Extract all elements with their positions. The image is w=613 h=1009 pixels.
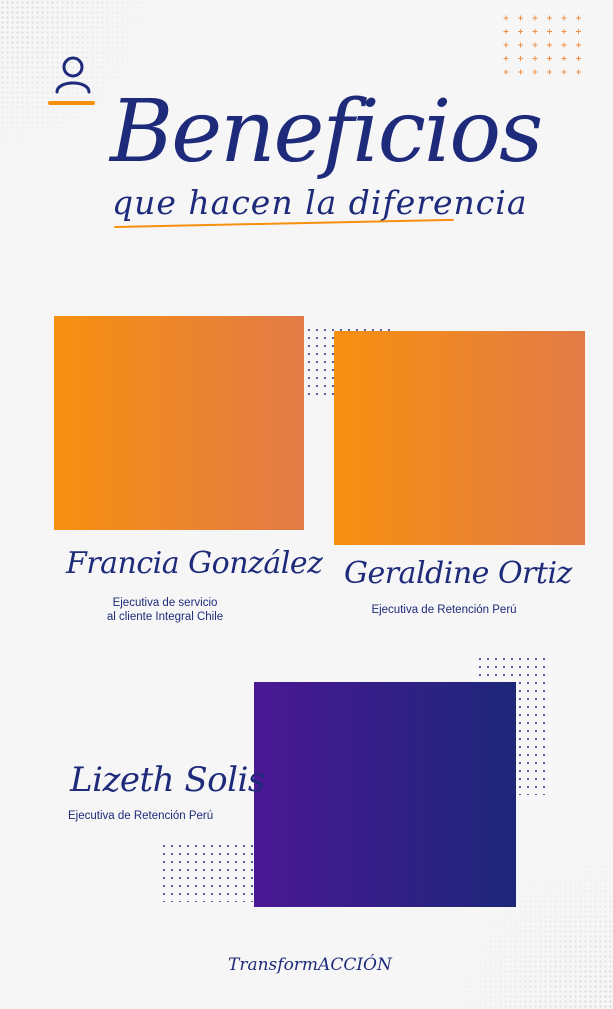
plus-mark [532, 56, 538, 61]
plus-mark [547, 56, 552, 61]
plus-mark [547, 69, 552, 75]
user-icon [48, 52, 96, 106]
page-title: Beneficios [110, 82, 543, 182]
person-role-francia: Ejecutiva de servicio al cliente Integra… [80, 596, 250, 624]
person-role-geraldine: Ejecutiva de Retención Perú [371, 604, 517, 616]
plus-mark [518, 69, 523, 75]
person-name-geraldine: Geraldine Ortiz [344, 556, 572, 591]
plus-pattern-decoration [500, 12, 590, 82]
plus-mark [503, 15, 509, 21]
plus-mark [503, 56, 509, 61]
plus-mark [503, 69, 509, 75]
plus-mark [576, 56, 581, 61]
role-line-2: al cliente Integral Chile [106, 611, 224, 623]
plus-mark [547, 15, 552, 21]
role-line-1: Ejecutiva de servicio [112, 597, 218, 609]
plus-mark [561, 29, 567, 34]
brand-suffix: ACCIÓN [318, 955, 392, 975]
dot-pattern-3 [160, 842, 258, 902]
plus-mark [576, 69, 581, 75]
plus-mark [576, 15, 581, 21]
plus-mark [561, 69, 567, 75]
plus-mark [561, 15, 567, 21]
plus-mark [561, 42, 567, 48]
plus-mark [518, 56, 523, 61]
plus-mark [518, 15, 523, 21]
plus-mark [532, 69, 538, 75]
plus-mark [561, 56, 567, 61]
plus-mark [503, 42, 509, 48]
footer-brand: TransformACCIÓN [228, 955, 392, 975]
plus-mark [532, 15, 538, 21]
plus-mark [547, 29, 552, 34]
page-subtitle: que hacen la diferencia [112, 183, 528, 222]
plus-mark [547, 42, 552, 48]
plus-mark [532, 42, 538, 48]
plus-mark [518, 29, 523, 34]
plus-mark [503, 29, 509, 34]
photo-lizeth [254, 682, 516, 907]
brand-prefix: Transform [228, 955, 319, 975]
photo-geraldine [334, 331, 585, 545]
plus-mark [576, 29, 581, 34]
photo-francia [54, 316, 304, 530]
plus-mark [532, 29, 538, 34]
person-role-lizeth: Ejecutiva de Retención Perú [68, 810, 214, 822]
person-name-francia: Francia González [66, 546, 323, 581]
person-name-lizeth: Lizeth Solis [70, 760, 265, 800]
plus-mark [576, 42, 581, 48]
plus-mark [518, 42, 523, 48]
